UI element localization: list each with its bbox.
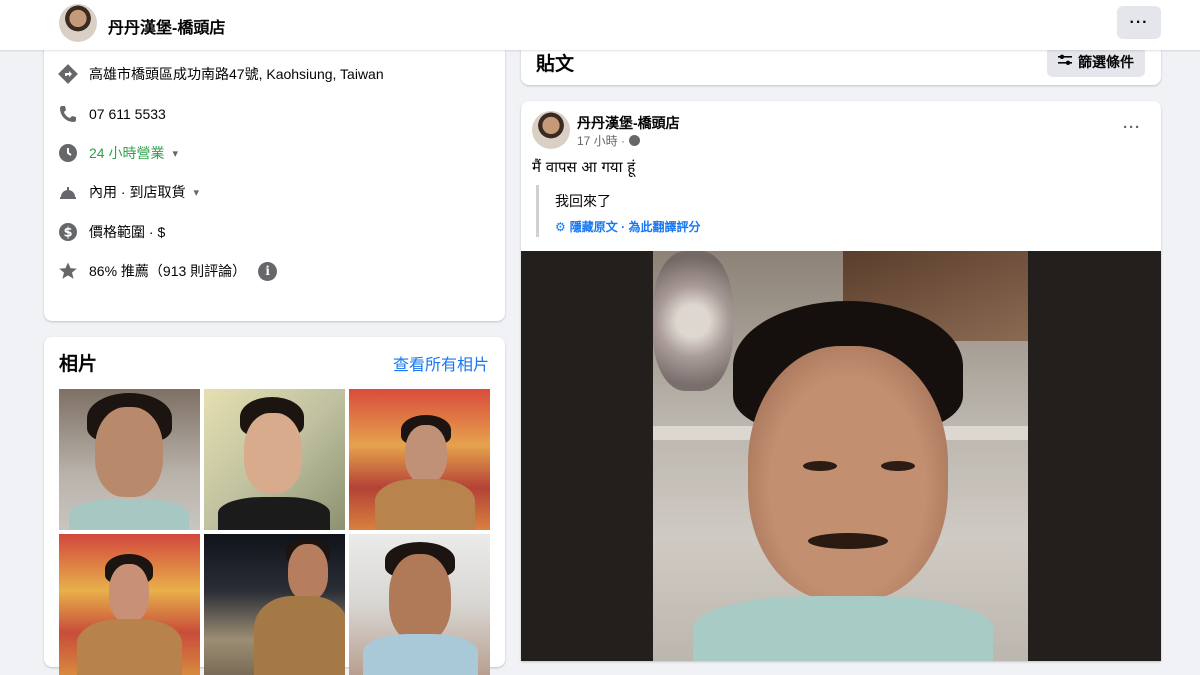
post-author[interactable]: 丹丹漢堡-橋頭店 [577, 113, 680, 133]
post-meta: 17 小時 · [577, 132, 641, 149]
post-card: 丹丹漢堡-橋頭店 17 小時 · ··· मैं वापस आ गया हूं … [521, 101, 1161, 661]
photo-thumbnail[interactable] [349, 534, 490, 675]
phone-icon [58, 104, 78, 124]
translation-links: ⚙ 隱藏原文 · 為此翻譯評分 [555, 218, 700, 235]
services-text: 內用 · 到店取貨 [89, 184, 186, 200]
post-text: मैं वापस आ गया हूं [532, 158, 636, 176]
filter-button[interactable]: 篩選條件 [1047, 46, 1145, 77]
services-row[interactable]: 內用 · 到店取貨 ▾ [58, 180, 199, 204]
sliders-icon [1058, 54, 1072, 69]
address-text: 高雄市橋頭區成功南路47號, Kaohsiung, Taiwan [89, 66, 384, 82]
info-icon[interactable]: i [258, 261, 278, 281]
dollar-icon: $ [58, 222, 78, 242]
translated-text: 我回來了 [555, 193, 611, 209]
rating-row[interactable]: 86% 推薦（913 則評論） i [58, 259, 278, 283]
phone-row[interactable]: 07 611 5533 [58, 102, 166, 126]
see-all-photos-link[interactable]: 查看所有相片 [393, 351, 489, 375]
face [748, 346, 948, 601]
filter-label: 篩選條件 [1078, 53, 1134, 70]
mustache [808, 533, 888, 549]
page-header: 丹丹漢堡-橋頭店 ··· [0, 0, 1200, 50]
eye [881, 461, 915, 471]
photo-thumbnail[interactable] [204, 389, 345, 530]
star-icon [58, 261, 78, 281]
post-video[interactable] [521, 251, 1161, 661]
hours-row[interactable]: 24 小時營業 ▾ [58, 141, 178, 165]
shirt [693, 596, 993, 661]
photo-thumbnail[interactable] [204, 534, 345, 675]
photo-thumbnail[interactable] [349, 389, 490, 530]
clock-icon [58, 143, 78, 163]
separator: · [617, 219, 629, 234]
translation-block: 我回來了 ⚙ 隱藏原文 · 為此翻譯評分 [536, 185, 939, 237]
service-bell-icon [58, 182, 78, 202]
avatar[interactable] [532, 111, 570, 149]
svg-text:$: $ [63, 226, 72, 241]
post-more-button[interactable]: ··· [1123, 119, 1141, 136]
hours-text: 24 小時營業 [89, 145, 165, 161]
price-text: 價格範圍 · $ [89, 224, 166, 240]
chevron-down-icon[interactable]: ▾ [172, 147, 178, 160]
chandelier [653, 251, 733, 391]
photo-thumbnail[interactable] [59, 389, 200, 530]
price-row: $ 價格範圍 · $ [58, 220, 165, 244]
more-options-button[interactable]: ··· [1117, 6, 1161, 39]
photos-title: 相片 [59, 354, 98, 375]
directions-icon [58, 64, 78, 84]
chevron-down-icon[interactable]: ▾ [193, 186, 199, 199]
post-time[interactable]: 17 小時 · [577, 132, 625, 149]
posts-title: 貼文 [536, 54, 575, 75]
phone-text: 07 611 5533 [89, 106, 166, 122]
rating-text: 86% 推薦（913 則評論） [89, 263, 247, 279]
eye [803, 461, 837, 471]
globe-icon [629, 135, 641, 146]
address-row[interactable]: 高雄市橋頭區成功南路47號, Kaohsiung, Taiwan [58, 62, 384, 86]
intro-card: 高雄市橋頭區成功南路47號, Kaohsiung, Taiwan 07 611 … [44, 30, 505, 321]
page-name[interactable]: 丹丹漢堡-橋頭店 [108, 14, 225, 38]
page-avatar[interactable] [59, 4, 97, 42]
gear-icon: ⚙ [555, 219, 566, 234]
photo-thumbnail[interactable] [59, 534, 200, 675]
photos-card: 相片 查看所有相片 [44, 337, 505, 675]
hide-original-link[interactable]: 隱藏原文 [570, 218, 618, 235]
rate-translation-link[interactable]: 為此翻譯評分 [628, 218, 700, 235]
video-frame [653, 251, 1028, 661]
